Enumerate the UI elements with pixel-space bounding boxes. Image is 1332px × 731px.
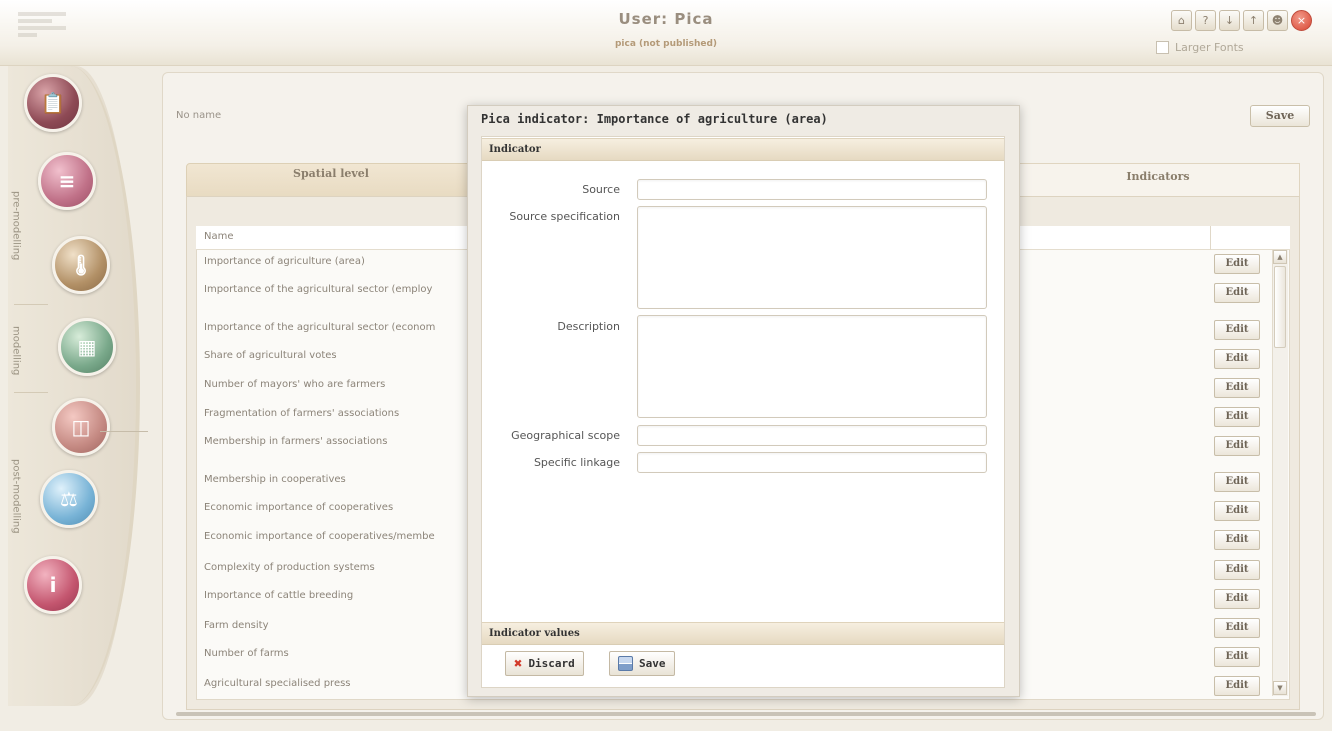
rail-label-post-modelling: post-modelling <box>10 458 22 534</box>
dialog-title: Pica indicator: Importance of agricultur… <box>481 112 828 126</box>
table-row[interactable]: Economic importance of cooperatives <box>204 502 393 513</box>
source-label: Source <box>582 183 620 196</box>
edit-button[interactable]: Edit <box>1214 647 1260 667</box>
table-row[interactable]: Importance of agriculture (area) <box>204 256 365 267</box>
edit-button[interactable]: Edit <box>1214 254 1260 274</box>
thermometer-icon[interactable]: 🌡 <box>52 236 110 294</box>
table-row[interactable]: Membership in farmers' associations <box>204 436 387 447</box>
model-name: No name <box>176 110 222 121</box>
edit-button[interactable]: Edit <box>1214 589 1260 609</box>
larger-fonts-toggle[interactable]: Larger Fonts <box>1156 41 1244 54</box>
edit-button[interactable]: Edit <box>1214 530 1260 550</box>
table-row[interactable]: Importance of the agricultural sector (e… <box>204 322 435 333</box>
table-row[interactable]: Number of mayors' who are farmers <box>204 379 385 390</box>
specific-linkage-field[interactable] <box>637 452 987 473</box>
geographical-scope-field[interactable] <box>637 425 987 446</box>
edit-button[interactable]: Edit <box>1214 618 1260 638</box>
table-row[interactable]: Farm density <box>204 620 268 631</box>
chart-icon[interactable]: ◫ <box>52 398 110 456</box>
larger-fonts-label: Larger Fonts <box>1175 41 1244 54</box>
table-row[interactable]: Membership in cooperatives <box>204 474 346 485</box>
tab-spatial-level[interactable]: Spatial level <box>186 167 476 180</box>
download-icon[interactable]: ↓ <box>1219 10 1240 31</box>
geographical-scope-label: Geographical scope <box>511 429 620 442</box>
larger-fonts-checkbox[interactable] <box>1156 41 1169 54</box>
table-row[interactable]: Agricultural specialised press <box>204 678 351 689</box>
source-field[interactable] <box>637 179 987 200</box>
specific-linkage-label: Specific linkage <box>533 456 620 469</box>
close-icon[interactable]: × <box>1291 10 1312 31</box>
table-row[interactable]: Number of farms <box>204 648 289 659</box>
save-button[interactable]: Save <box>1250 105 1310 127</box>
active-indicator-line <box>100 431 148 432</box>
scales-icon[interactable]: ⚖ <box>40 470 98 528</box>
edit-button[interactable]: Edit <box>1214 436 1260 456</box>
scroll-down-icon[interactable]: ▼ <box>1273 681 1287 695</box>
scroll-up-icon[interactable]: ▲ <box>1273 250 1287 264</box>
table-row[interactable]: Importance of cattle breeding <box>204 590 353 601</box>
edit-button[interactable]: Edit <box>1214 283 1260 303</box>
section-indicator: Indicator <box>482 138 1004 161</box>
edit-button[interactable]: Edit <box>1214 501 1260 521</box>
edit-button[interactable]: Edit <box>1214 407 1260 427</box>
upload-icon[interactable]: ↑ <box>1243 10 1264 31</box>
description-field[interactable] <box>637 315 987 418</box>
page-title: User: Pica <box>618 10 714 28</box>
calculator-icon[interactable]: ▦ <box>58 318 116 376</box>
info-icon[interactable]: i <box>24 556 82 614</box>
rail-label-pre-modelling: pre-modelling <box>10 191 22 261</box>
floppy-disk-icon <box>618 656 633 671</box>
table-row[interactable]: Complexity of production systems <box>204 562 375 573</box>
edit-button[interactable]: Edit <box>1214 378 1260 398</box>
table-row[interactable]: Share of agricultural votes <box>204 350 337 361</box>
section-indicator-values: Indicator values <box>482 622 1004 645</box>
rail-label-modelling: modelling <box>10 326 22 376</box>
discard-button[interactable]: ✖ Discard <box>505 651 584 676</box>
edit-button[interactable]: Edit <box>1214 472 1260 492</box>
home-icon[interactable]: ⌂ <box>1171 10 1192 31</box>
discard-x-icon: ✖ <box>514 655 523 672</box>
tab-indicators[interactable]: Indicators <box>1016 170 1300 194</box>
toolbar: ⌂ ? ↓ ↑ ☻ × <box>1171 10 1312 31</box>
clipboard-icon[interactable]: 📋 <box>24 74 82 132</box>
edit-button[interactable]: Edit <box>1214 676 1260 696</box>
description-label: Description <box>557 320 620 333</box>
table-row[interactable]: Fragmentation of farmers' associations <box>204 408 399 419</box>
discard-label: Discard <box>528 657 575 670</box>
edit-button[interactable]: Edit <box>1214 349 1260 369</box>
table-row[interactable]: Economic importance of cooperatives/memb… <box>204 531 435 542</box>
users-icon[interactable]: ☻ <box>1267 10 1288 31</box>
dialog-save-button[interactable]: Save <box>609 651 675 676</box>
page-subtitle: pica (not published) <box>614 39 718 49</box>
books-icon[interactable]: ≡ <box>38 152 96 210</box>
app-header: User: Pica pica (not published) ⌂ ? ↓ ↑ … <box>0 0 1332 66</box>
scrollbar-thumb[interactable] <box>1274 266 1286 348</box>
source-specification-field[interactable] <box>637 206 987 309</box>
edit-button[interactable]: Edit <box>1214 560 1260 580</box>
column-header-name: Name <box>204 231 234 242</box>
source-specification-label: Source specification <box>509 210 620 223</box>
table-row[interactable]: Importance of the agricultural sector (e… <box>204 284 432 295</box>
dialog-save-label: Save <box>639 657 666 670</box>
edit-button[interactable]: Edit <box>1214 320 1260 340</box>
help-icon[interactable]: ? <box>1195 10 1216 31</box>
